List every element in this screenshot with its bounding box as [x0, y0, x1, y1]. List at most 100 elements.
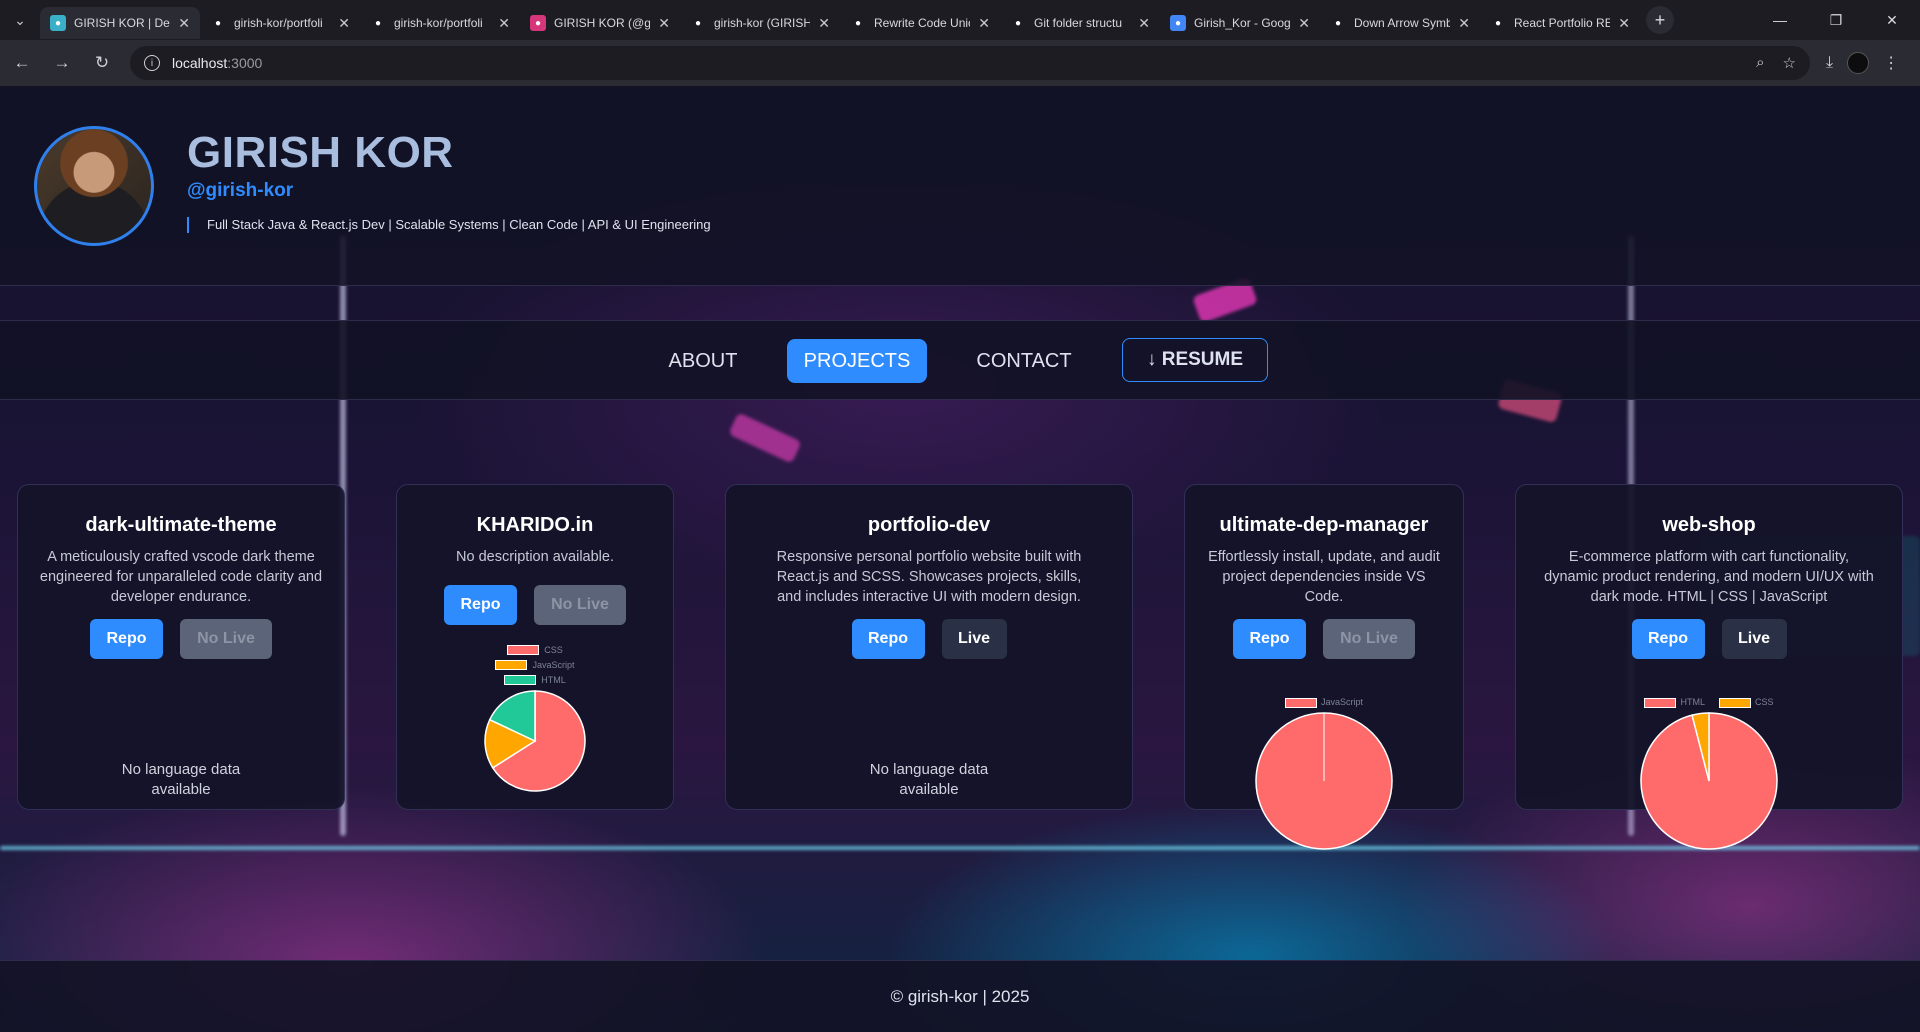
project-title: web-shop: [1662, 514, 1756, 536]
repo-button[interactable]: Repo: [851, 619, 925, 659]
forward-icon[interactable]: →: [44, 45, 80, 81]
legend-item: JavaScript: [1284, 697, 1363, 708]
repo-button[interactable]: Repo: [1233, 619, 1306, 659]
project-title: ultimate-dep-manager: [1219, 514, 1429, 536]
tab-close-icon[interactable]: ✕: [1298, 15, 1310, 32]
legend-item: CSS: [1718, 697, 1774, 708]
tab-close-icon[interactable]: ✕: [498, 15, 510, 32]
tab-list: ● GIRISH KOR | Dev ✕ ● girish-kor/portfoli ✕ ●…: [40, 1, 1640, 39]
site-icon: ●: [50, 15, 66, 31]
tab-close-icon[interactable]: ✕: [978, 15, 990, 32]
legend-item: HTML: [1644, 697, 1705, 708]
browser-tab[interactable]: ● GIRISH KOR (@gi ✕: [520, 7, 680, 39]
profile-tagline: Full Stack Java & React.js Dev | Scalabl…: [187, 217, 711, 233]
tab-close-icon[interactable]: ✕: [1138, 15, 1150, 32]
project-card: web-shop E-commerce platform with cart f…: [1515, 484, 1903, 850]
live-button[interactable]: Live: [1721, 619, 1787, 659]
tab-title: React Portfolio RE: [1514, 16, 1611, 30]
browser-tab[interactable]: ● girish-kor (GIRISH ✕: [680, 7, 840, 39]
tab-close-icon[interactable]: ✕: [818, 15, 830, 32]
browser-tab[interactable]: ● Girish_Kor - Goog ✕: [1160, 7, 1320, 39]
footer-text: © girish-kor | 2025: [890, 986, 1030, 1006]
profile-handle[interactable]: @girish-kor: [187, 180, 293, 202]
window-controls: — ❐ ✕: [1752, 0, 1920, 40]
main-nav: ABOUT PROJECTS CONTACT: [0, 320, 1920, 400]
minimize-icon[interactable]: —: [1752, 0, 1808, 40]
tab-title: Down Arrow Symb: [1354, 16, 1451, 30]
live-button[interactable]: Live: [941, 619, 1007, 659]
browser-toolbar: ← → ↻ i localhost:3000 ⌕ ☆ ⤓ ⋮: [0, 40, 1920, 86]
repo-button[interactable]: Repo: [444, 585, 517, 625]
instagram-icon: ●: [530, 15, 546, 31]
tab-close-icon[interactable]: ✕: [658, 15, 670, 32]
tab-title: girish-kor (GIRISH: [714, 16, 811, 30]
nav-about[interactable]: ABOUT: [655, 339, 751, 383]
nav-contact[interactable]: CONTACT: [964, 339, 1084, 383]
language-pie-chart: [484, 690, 586, 792]
language-pie-chart: [1640, 711, 1778, 850]
bookmark-star-icon[interactable]: ☆: [1783, 54, 1796, 72]
project-card: dark-ultimate-theme A meticulously craft…: [17, 484, 345, 810]
avatar: [34, 126, 154, 246]
no-language-text: No language data available: [869, 761, 989, 798]
profile-avatar[interactable]: [1847, 52, 1870, 74]
project-title: dark-ultimate-theme: [85, 514, 277, 536]
language-pie-chart: [1255, 711, 1393, 850]
language-legend: JavaScript: [1185, 697, 1463, 708]
browser-tab[interactable]: ● Rewrite Code Unic ✕: [840, 7, 1000, 39]
openai-icon: ●: [850, 15, 866, 31]
project-card: portfolio-dev Responsive personal portfo…: [725, 484, 1133, 810]
legend-item: JavaScript: [495, 660, 575, 670]
repo-button[interactable]: Repo: [1631, 619, 1705, 659]
download-icon[interactable]: ⤓: [1826, 54, 1833, 72]
legend-item: HTML: [504, 675, 566, 685]
project-card: KHARIDO.in No description available. Rep…: [396, 484, 674, 810]
github-icon: ●: [370, 15, 386, 31]
nav-projects[interactable]: PROJECTS: [787, 339, 927, 383]
language-legend: CSS JavaScript HTML: [397, 645, 673, 685]
project-description: No description available.: [456, 549, 614, 565]
repo-button[interactable]: Repo: [90, 619, 163, 659]
no-live-button: No Live: [1323, 619, 1415, 659]
project-card: ultimate-dep-manager Effortlessly instal…: [1184, 484, 1464, 850]
tab-search-icon[interactable]: ⌄: [0, 0, 40, 40]
tab-close-icon[interactable]: ✕: [1618, 15, 1630, 32]
back-icon[interactable]: ←: [4, 45, 40, 81]
tab-title: Rewrite Code Unic: [874, 16, 971, 30]
browser-tab[interactable]: ● GIRISH KOR | Dev ✕: [40, 7, 200, 39]
url-text: localhost:3000: [172, 55, 263, 71]
browser-tab[interactable]: ● girish-kor/portfoli ✕: [200, 7, 360, 39]
menu-icon[interactable]: ⋮: [1883, 53, 1899, 73]
tab-close-icon[interactable]: ✕: [178, 15, 190, 32]
tab-title: Git folder structu: [1034, 16, 1123, 30]
tab-title: Girish_Kor - Goog: [1194, 16, 1291, 30]
no-live-button: No Live: [180, 619, 272, 659]
reload-icon[interactable]: ↻: [84, 45, 120, 81]
project-description: E-commerce platform with cart functional…: [1544, 549, 1874, 605]
tab-close-icon[interactable]: ✕: [1458, 15, 1470, 32]
tab-title: GIRISH KOR | Dev: [74, 16, 171, 30]
legend-item: CSS: [507, 645, 563, 655]
language-legend: HTML CSS: [1516, 697, 1902, 708]
restore-icon[interactable]: ❐: [1808, 0, 1864, 40]
tab-title: GIRISH KOR (@gi: [554, 16, 651, 30]
docs-icon: ●: [1170, 15, 1186, 31]
tab-title: girish-kor/portfoli: [394, 16, 483, 30]
browser-tab[interactable]: ● girish-kor/portfoli ✕: [360, 7, 520, 39]
page-viewport: GIRISH KOR @girish-kor Full Stack Java &…: [0, 86, 1920, 1032]
resume-download-button[interactable]: ↓ RESUME: [1122, 338, 1268, 382]
browser-tabstrip: ⌄ ● GIRISH KOR | Dev ✕ ● girish-kor/portfoli…: [0, 0, 1920, 40]
new-tab-button[interactable]: +: [1646, 6, 1674, 34]
tab-close-icon[interactable]: ✕: [338, 15, 350, 32]
profile-name: GIRISH KOR: [187, 128, 454, 177]
browser-tab[interactable]: ● Down Arrow Symb ✕: [1320, 7, 1480, 39]
browser-tab[interactable]: ● Git folder structu ✕: [1000, 7, 1160, 39]
site-info-icon[interactable]: i: [144, 55, 160, 71]
page-footer: © girish-kor | 2025: [0, 960, 1920, 1032]
browser-tab[interactable]: ● React Portfolio RE ✕: [1480, 7, 1640, 39]
close-window-icon[interactable]: ✕: [1864, 0, 1920, 40]
no-live-button: No Live: [534, 585, 626, 625]
zoom-icon[interactable]: ⌕: [1756, 54, 1764, 72]
address-bar[interactable]: i localhost:3000 ⌕ ☆: [130, 46, 1810, 80]
project-title: portfolio-dev: [867, 514, 991, 536]
